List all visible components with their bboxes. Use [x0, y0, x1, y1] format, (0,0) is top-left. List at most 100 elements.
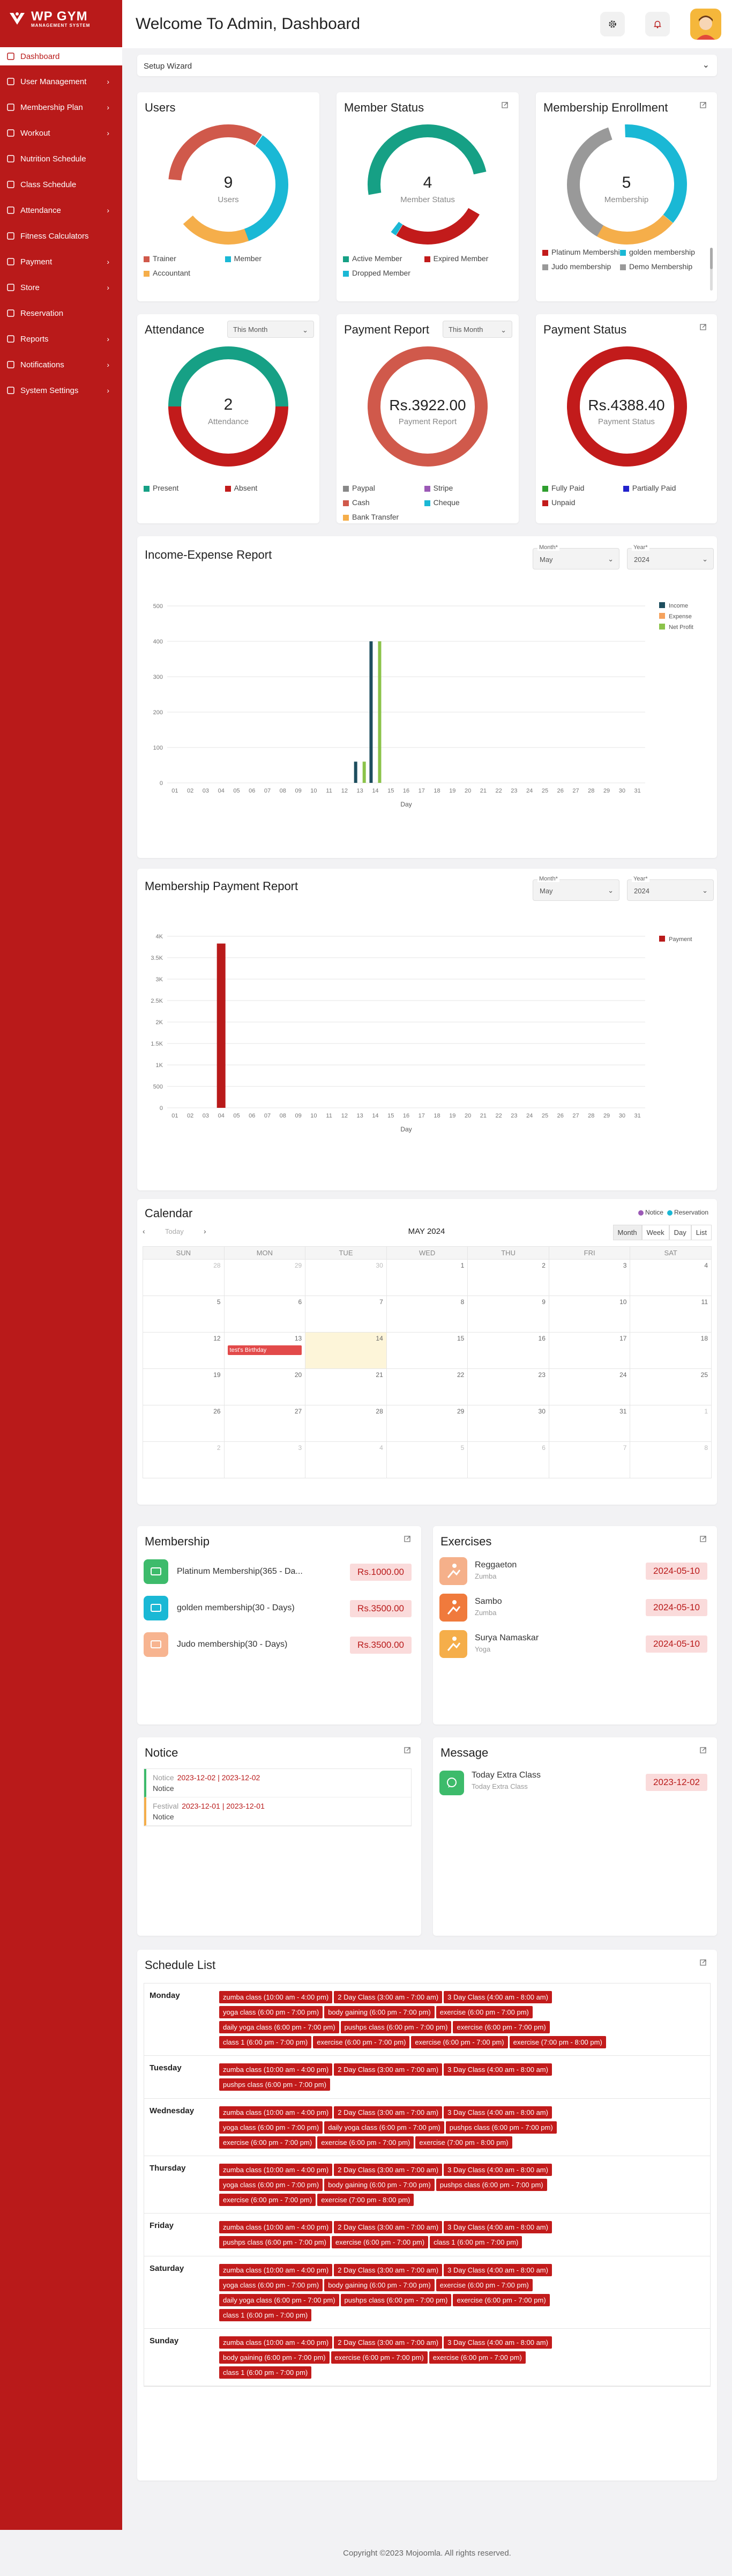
class-tag[interactable]: 3 Day Class (4:00 am - 8:00 am): [444, 2221, 552, 2233]
sidebar-item-store[interactable]: Store ›: [0, 275, 122, 300]
class-tag[interactable]: exercise (6:00 pm - 7:00 pm): [411, 2036, 508, 2048]
calendar-day-cell[interactable]: 31: [548, 1405, 631, 1442]
class-tag[interactable]: pushps class (6:00 pm - 7:00 pm): [340, 2294, 452, 2306]
calendar-day-cell[interactable]: 1: [630, 1405, 712, 1442]
calendar-day-cell[interactable]: 6: [467, 1441, 549, 1478]
external-link-icon[interactable]: [501, 101, 509, 109]
calendar-day-cell[interactable]: 19: [143, 1368, 225, 1405]
sidebar-item-reports[interactable]: Reports ›: [0, 326, 122, 352]
class-tag[interactable]: 3 Day Class (4:00 am - 8:00 am): [444, 2164, 552, 2176]
class-tag[interactable]: pushps class (6:00 pm - 7:00 pm): [340, 2021, 452, 2033]
class-tag[interactable]: exercise (6:00 pm - 7:00 pm): [436, 2279, 533, 2291]
class-tag[interactable]: exercise (6:00 pm - 7:00 pm): [219, 2194, 316, 2206]
class-tag[interactable]: 2 Day Class (3:00 am - 7:00 am): [334, 2063, 443, 2076]
mp-year-select[interactable]: Year* 2024 ⌄: [627, 876, 714, 901]
calendar-day-cell[interactable]: 14: [305, 1332, 387, 1369]
setup-wizard[interactable]: Setup Wizard ⌄: [137, 55, 717, 76]
calendar-day-cell[interactable]: 28: [305, 1405, 387, 1442]
income-month-select[interactable]: Month* May ⌄: [533, 544, 619, 569]
sidebar-item-fitness-calculators[interactable]: Fitness Calculators: [0, 223, 122, 249]
class-tag[interactable]: 3 Day Class (4:00 am - 8:00 am): [444, 2106, 552, 2119]
calendar-day-cell[interactable]: 2: [467, 1259, 549, 1296]
calendar-day-cell[interactable]: 5: [143, 1296, 225, 1333]
external-link-icon[interactable]: [699, 323, 707, 331]
next-month-button[interactable]: ›: [204, 1227, 206, 1235]
view-week-button[interactable]: Week: [641, 1225, 669, 1240]
membership-item[interactable]: Platinum Membership(365 - Da... Rs.1000.0…: [144, 1559, 412, 1596]
sidebar-item-class-schedule[interactable]: Class Schedule: [0, 172, 122, 197]
notifications-button[interactable]: [645, 12, 670, 36]
class-tag[interactable]: exercise (7:00 pm - 8:00 pm): [317, 2194, 414, 2206]
calendar-day-cell[interactable]: 27: [223, 1405, 306, 1442]
class-tag[interactable]: class 1 (6:00 pm - 7:00 pm): [219, 2036, 312, 2048]
class-tag[interactable]: 3 Day Class (4:00 am - 8:00 am): [444, 2264, 552, 2276]
calendar-day-cell[interactable]: 9: [467, 1296, 549, 1333]
today-button[interactable]: Today: [165, 1227, 184, 1235]
calendar-day-cell[interactable]: 24: [548, 1368, 631, 1405]
class-tag[interactable]: class 1 (6:00 pm - 7:00 pm): [219, 2366, 312, 2379]
class-tag[interactable]: body gaining (6:00 pm - 7:00 pm): [324, 2179, 435, 2191]
class-tag[interactable]: class 1 (6:00 pm - 7:00 pm): [430, 2236, 522, 2248]
message-item[interactable]: Today Extra Class Today Extra Class 2023…: [439, 1768, 707, 1795]
sidebar-item-payment[interactable]: Payment ›: [0, 249, 122, 275]
class-tag[interactable]: pushps class (6:00 pm - 7:00 pm): [436, 2179, 547, 2191]
calendar-day-cell[interactable]: 20: [223, 1368, 306, 1405]
sidebar-item-attendance[interactable]: Attendance ›: [0, 197, 122, 223]
class-tag[interactable]: 2 Day Class (3:00 am - 7:00 am): [334, 1991, 443, 2003]
external-link-icon[interactable]: [699, 1958, 707, 1967]
calendar-day-cell[interactable]: 18: [630, 1332, 712, 1369]
calendar-day-cell[interactable]: 30: [467, 1405, 549, 1442]
calendar-day-cell[interactable]: 28: [143, 1259, 225, 1296]
class-tag[interactable]: exercise (7:00 pm - 8:00 pm): [415, 2136, 512, 2149]
external-link-icon[interactable]: [699, 1535, 707, 1543]
class-tag[interactable]: zumba class (10:00 am - 4:00 pm): [219, 2106, 333, 2119]
calendar-day-cell[interactable]: 5: [386, 1441, 468, 1478]
calendar-day-cell[interactable]: 29: [386, 1405, 468, 1442]
sidebar-item-user-management[interactable]: User Management ›: [0, 69, 122, 94]
class-tag[interactable]: 3 Day Class (4:00 am - 8:00 am): [444, 2336, 552, 2349]
class-tag[interactable]: 2 Day Class (3:00 am - 7:00 am): [334, 2106, 443, 2119]
calendar-day-cell[interactable]: 16: [467, 1332, 549, 1369]
class-tag[interactable]: 3 Day Class (4:00 am - 8:00 am): [444, 1991, 552, 2003]
class-tag[interactable]: zumba class (10:00 am - 4:00 pm): [219, 2336, 333, 2349]
calendar-day-cell[interactable]: 6: [223, 1296, 306, 1333]
exercise-item[interactable]: Surya Namaskar Yoga 2024-05-10: [439, 1630, 707, 1667]
notice-item[interactable]: Notice 2023-12-02 | 2023-12-02 Notice: [144, 1769, 411, 1797]
sidebar-item-reservation[interactable]: Reservation: [0, 300, 122, 326]
notice-item[interactable]: Festival 2023-12-01 | 2023-12-01 Notice: [144, 1797, 411, 1826]
prev-month-button[interactable]: ‹: [143, 1227, 145, 1235]
membership-item[interactable]: Judo membership(30 - Days) Rs.3500.00: [144, 1632, 412, 1669]
membership-item[interactable]: golden membership(30 - Days) Rs.3500.00: [144, 1596, 412, 1632]
class-tag[interactable]: pushps class (6:00 pm - 7:00 pm): [219, 2078, 330, 2091]
class-tag[interactable]: 3 Day Class (4:00 am - 8:00 am): [444, 2063, 552, 2076]
exercise-item[interactable]: Reggaeton Zumba 2024-05-10: [439, 1557, 707, 1594]
calendar-day-cell[interactable]: 1: [386, 1259, 468, 1296]
class-tag[interactable]: yoga class (6:00 pm - 7:00 pm): [219, 2279, 323, 2291]
class-tag[interactable]: pushps class (6:00 pm - 7:00 pm): [445, 2121, 557, 2134]
class-tag[interactable]: body gaining (6:00 pm - 7:00 pm): [324, 2006, 435, 2018]
calendar-day-cell[interactable]: 7: [305, 1296, 387, 1333]
sidebar-item-workout[interactable]: Workout ›: [0, 120, 122, 146]
class-tag[interactable]: exercise (6:00 pm - 7:00 pm): [453, 2294, 550, 2306]
class-tag[interactable]: exercise (6:00 pm - 7:00 pm): [331, 2236, 429, 2248]
calendar-day-cell[interactable]: 22: [386, 1368, 468, 1405]
calendar-day-cell[interactable]: 29: [223, 1259, 306, 1296]
class-tag[interactable]: exercise (6:00 pm - 7:00 pm): [331, 2351, 428, 2364]
calendar-day-cell[interactable]: 21: [305, 1368, 387, 1405]
calendar-day-cell[interactable]: 13 test's Birthday: [223, 1332, 306, 1369]
avatar[interactable]: [690, 9, 721, 40]
external-link-icon[interactable]: [403, 1535, 412, 1543]
class-tag[interactable]: 2 Day Class (3:00 am - 7:00 am): [334, 2221, 443, 2233]
calendar-day-cell[interactable]: 17: [548, 1332, 631, 1369]
class-tag[interactable]: class 1 (6:00 pm - 7:00 pm): [219, 2309, 312, 2321]
view-month-button[interactable]: Month: [613, 1225, 642, 1240]
logo[interactable]: WP GYM MANAGEMENT SYSTEM: [0, 0, 122, 38]
class-tag[interactable]: exercise (6:00 pm - 7:00 pm): [429, 2351, 526, 2364]
class-tag[interactable]: exercise (6:00 pm - 7:00 pm): [219, 2136, 316, 2149]
class-tag[interactable]: exercise (6:00 pm - 7:00 pm): [436, 2006, 533, 2018]
class-tag[interactable]: zumba class (10:00 am - 4:00 pm): [219, 2264, 333, 2276]
exercise-item[interactable]: Sambo Zumba 2024-05-10: [439, 1594, 707, 1630]
calendar-day-cell[interactable]: 4: [630, 1259, 712, 1296]
external-link-icon[interactable]: [699, 101, 707, 109]
sidebar-item-membership-plan[interactable]: Membership Plan ›: [0, 94, 122, 120]
